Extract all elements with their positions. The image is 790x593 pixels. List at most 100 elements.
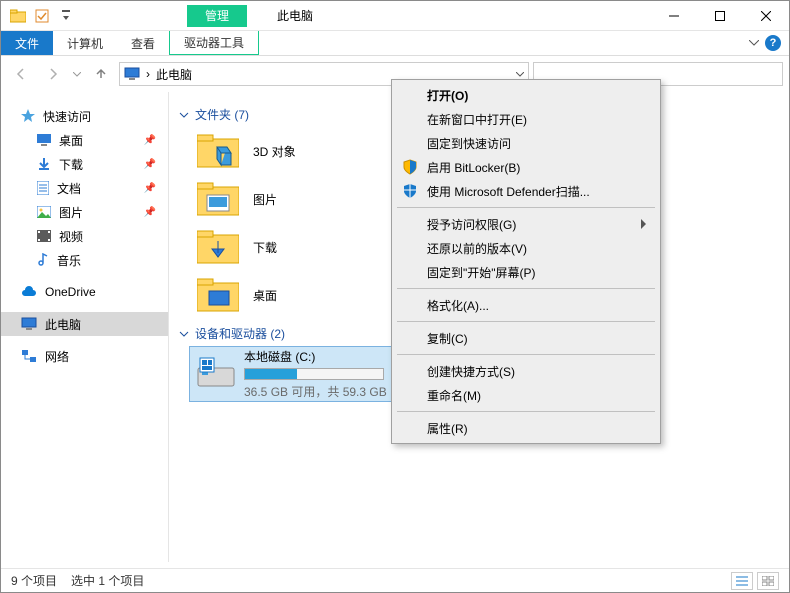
pin-icon: 📌 bbox=[144, 159, 156, 170]
drive-label: 本地磁盘 (C:) bbox=[244, 348, 387, 365]
cm-properties[interactable]: 属性(R) bbox=[395, 416, 657, 440]
folder-icon bbox=[197, 130, 239, 172]
sidebar-music[interactable]: 音乐 bbox=[1, 248, 168, 272]
cm-open[interactable]: 打开(O) bbox=[395, 83, 657, 107]
tab-computer[interactable]: 计算机 bbox=[53, 31, 117, 55]
shield-icon bbox=[401, 158, 419, 176]
network-icon bbox=[21, 349, 37, 363]
defender-icon bbox=[401, 182, 419, 200]
cm-label: 还原以前的版本(V) bbox=[427, 240, 527, 257]
cm-format[interactable]: 格式化(A)... bbox=[395, 293, 657, 317]
cm-open-new-window[interactable]: 在新窗口中打开(E) bbox=[395, 107, 657, 131]
cm-label: 复制(C) bbox=[427, 330, 468, 347]
folder-label: 桌面 bbox=[253, 287, 277, 304]
sidebar-label: 快速访问 bbox=[43, 108, 91, 125]
quick-access-toolbar bbox=[1, 5, 77, 27]
pin-icon: 📌 bbox=[144, 135, 156, 146]
status-selected-count: 选中 1 个项目 bbox=[71, 572, 144, 589]
cloud-icon bbox=[21, 286, 37, 298]
qat-dropdown[interactable] bbox=[55, 5, 77, 27]
group-label: 文件夹 (7) bbox=[195, 106, 249, 123]
cm-separator bbox=[397, 411, 655, 412]
navigation-pane: 快速访问 桌面📌 下载📌 文档📌 图片📌 视频 音乐 OneDrive 此电脑 … bbox=[1, 92, 169, 562]
cm-create-shortcut[interactable]: 创建快捷方式(S) bbox=[395, 359, 657, 383]
sidebar-downloads[interactable]: 下载📌 bbox=[1, 152, 168, 176]
this-pc-icon bbox=[124, 67, 140, 81]
cm-defender-scan[interactable]: 使用 Microsoft Defender扫描... bbox=[395, 179, 657, 203]
tiles-view-button[interactable] bbox=[757, 572, 779, 590]
sidebar-label: 视频 bbox=[59, 228, 83, 245]
sidebar-label: 文档 bbox=[57, 180, 81, 197]
status-item-count: 9 个项目 bbox=[11, 572, 57, 589]
back-button[interactable] bbox=[7, 60, 35, 88]
sidebar-desktop[interactable]: 桌面📌 bbox=[1, 128, 168, 152]
folder-label: 3D 对象 bbox=[253, 143, 296, 160]
close-button[interactable] bbox=[743, 1, 789, 31]
cm-label: 在新窗口中打开(E) bbox=[427, 111, 527, 128]
sidebar-this-pc[interactable]: 此电脑 bbox=[1, 312, 168, 336]
cm-label: 固定到"开始"屏幕(P) bbox=[427, 264, 536, 281]
sidebar-network[interactable]: 网络 bbox=[1, 344, 168, 368]
address-dropdown-icon[interactable] bbox=[516, 72, 524, 77]
details-view-button[interactable] bbox=[731, 572, 753, 590]
forward-button[interactable] bbox=[39, 60, 67, 88]
recent-locations-button[interactable] bbox=[71, 60, 83, 88]
cm-label: 重命名(M) bbox=[427, 387, 481, 404]
music-icon bbox=[37, 253, 49, 267]
picture-icon bbox=[37, 206, 51, 218]
tab-view[interactable]: 查看 bbox=[117, 31, 169, 55]
cm-restore-versions[interactable]: 还原以前的版本(V) bbox=[395, 236, 657, 260]
document-icon bbox=[37, 181, 49, 195]
sidebar-quick-access[interactable]: 快速访问 bbox=[1, 104, 168, 128]
cm-label: 授予访问权限(G) bbox=[427, 216, 516, 233]
cm-label: 属性(R) bbox=[427, 420, 468, 437]
address-location: 此电脑 bbox=[156, 66, 192, 83]
tab-file[interactable]: 文件 bbox=[1, 31, 53, 55]
folder-label: 下载 bbox=[253, 239, 277, 256]
up-button[interactable] bbox=[87, 60, 115, 88]
sidebar-videos[interactable]: 视频 bbox=[1, 224, 168, 248]
this-pc-icon bbox=[21, 317, 37, 331]
cm-separator bbox=[397, 321, 655, 322]
sidebar-label: 网络 bbox=[45, 348, 69, 365]
cm-separator bbox=[397, 207, 655, 208]
sidebar-label: 音乐 bbox=[57, 252, 81, 269]
cm-pin-quick-access[interactable]: 固定到快速访问 bbox=[395, 131, 657, 155]
drive-info: 36.5 GB 可用，共 59.3 GB bbox=[244, 383, 387, 400]
cm-bitlocker[interactable]: 启用 BitLocker(B) bbox=[395, 155, 657, 179]
minimize-button[interactable] bbox=[651, 1, 697, 31]
cm-label: 使用 Microsoft Defender扫描... bbox=[427, 183, 590, 200]
cm-label: 固定到快速访问 bbox=[427, 135, 511, 152]
tab-drive-tools[interactable]: 驱动器工具 bbox=[169, 31, 259, 55]
folder-icon bbox=[7, 5, 29, 27]
help-button[interactable]: ? bbox=[765, 35, 781, 51]
maximize-button[interactable] bbox=[697, 1, 743, 31]
cm-rename[interactable]: 重命名(M) bbox=[395, 383, 657, 407]
title-bar: 管理 此电脑 bbox=[1, 1, 789, 31]
chevron-down-icon bbox=[179, 329, 189, 339]
cm-copy[interactable]: 复制(C) bbox=[395, 326, 657, 350]
download-icon bbox=[37, 157, 51, 171]
window-title: 此电脑 bbox=[277, 7, 313, 24]
video-icon bbox=[37, 230, 51, 242]
sidebar-onedrive[interactable]: OneDrive bbox=[1, 280, 168, 304]
cm-pin-start[interactable]: 固定到"开始"屏幕(P) bbox=[395, 260, 657, 284]
cm-label: 格式化(A)... bbox=[427, 297, 489, 314]
sidebar-pictures[interactable]: 图片📌 bbox=[1, 200, 168, 224]
contextual-tab-label: 管理 bbox=[187, 5, 247, 27]
star-icon bbox=[21, 109, 35, 123]
qat-properties-button[interactable] bbox=[31, 5, 53, 27]
window-controls bbox=[651, 1, 789, 31]
ribbon-expand-button[interactable] bbox=[749, 40, 759, 46]
folder-icon bbox=[197, 274, 239, 316]
sidebar-documents[interactable]: 文档 📌 bbox=[1, 176, 168, 200]
cm-label: 打开(O) bbox=[427, 87, 468, 104]
desktop-icon bbox=[37, 134, 51, 146]
cm-grant-access[interactable]: 授予访问权限(G) bbox=[395, 212, 657, 236]
drive-c[interactable]: 本地磁盘 (C:) 36.5 GB 可用，共 59.3 GB bbox=[189, 346, 394, 402]
cm-label: 启用 BitLocker(B) bbox=[427, 159, 520, 176]
folder-label: 图片 bbox=[253, 191, 277, 208]
drive-icon bbox=[196, 354, 236, 394]
pin-icon: 📌 bbox=[144, 183, 156, 194]
group-label: 设备和驱动器 (2) bbox=[195, 325, 285, 342]
